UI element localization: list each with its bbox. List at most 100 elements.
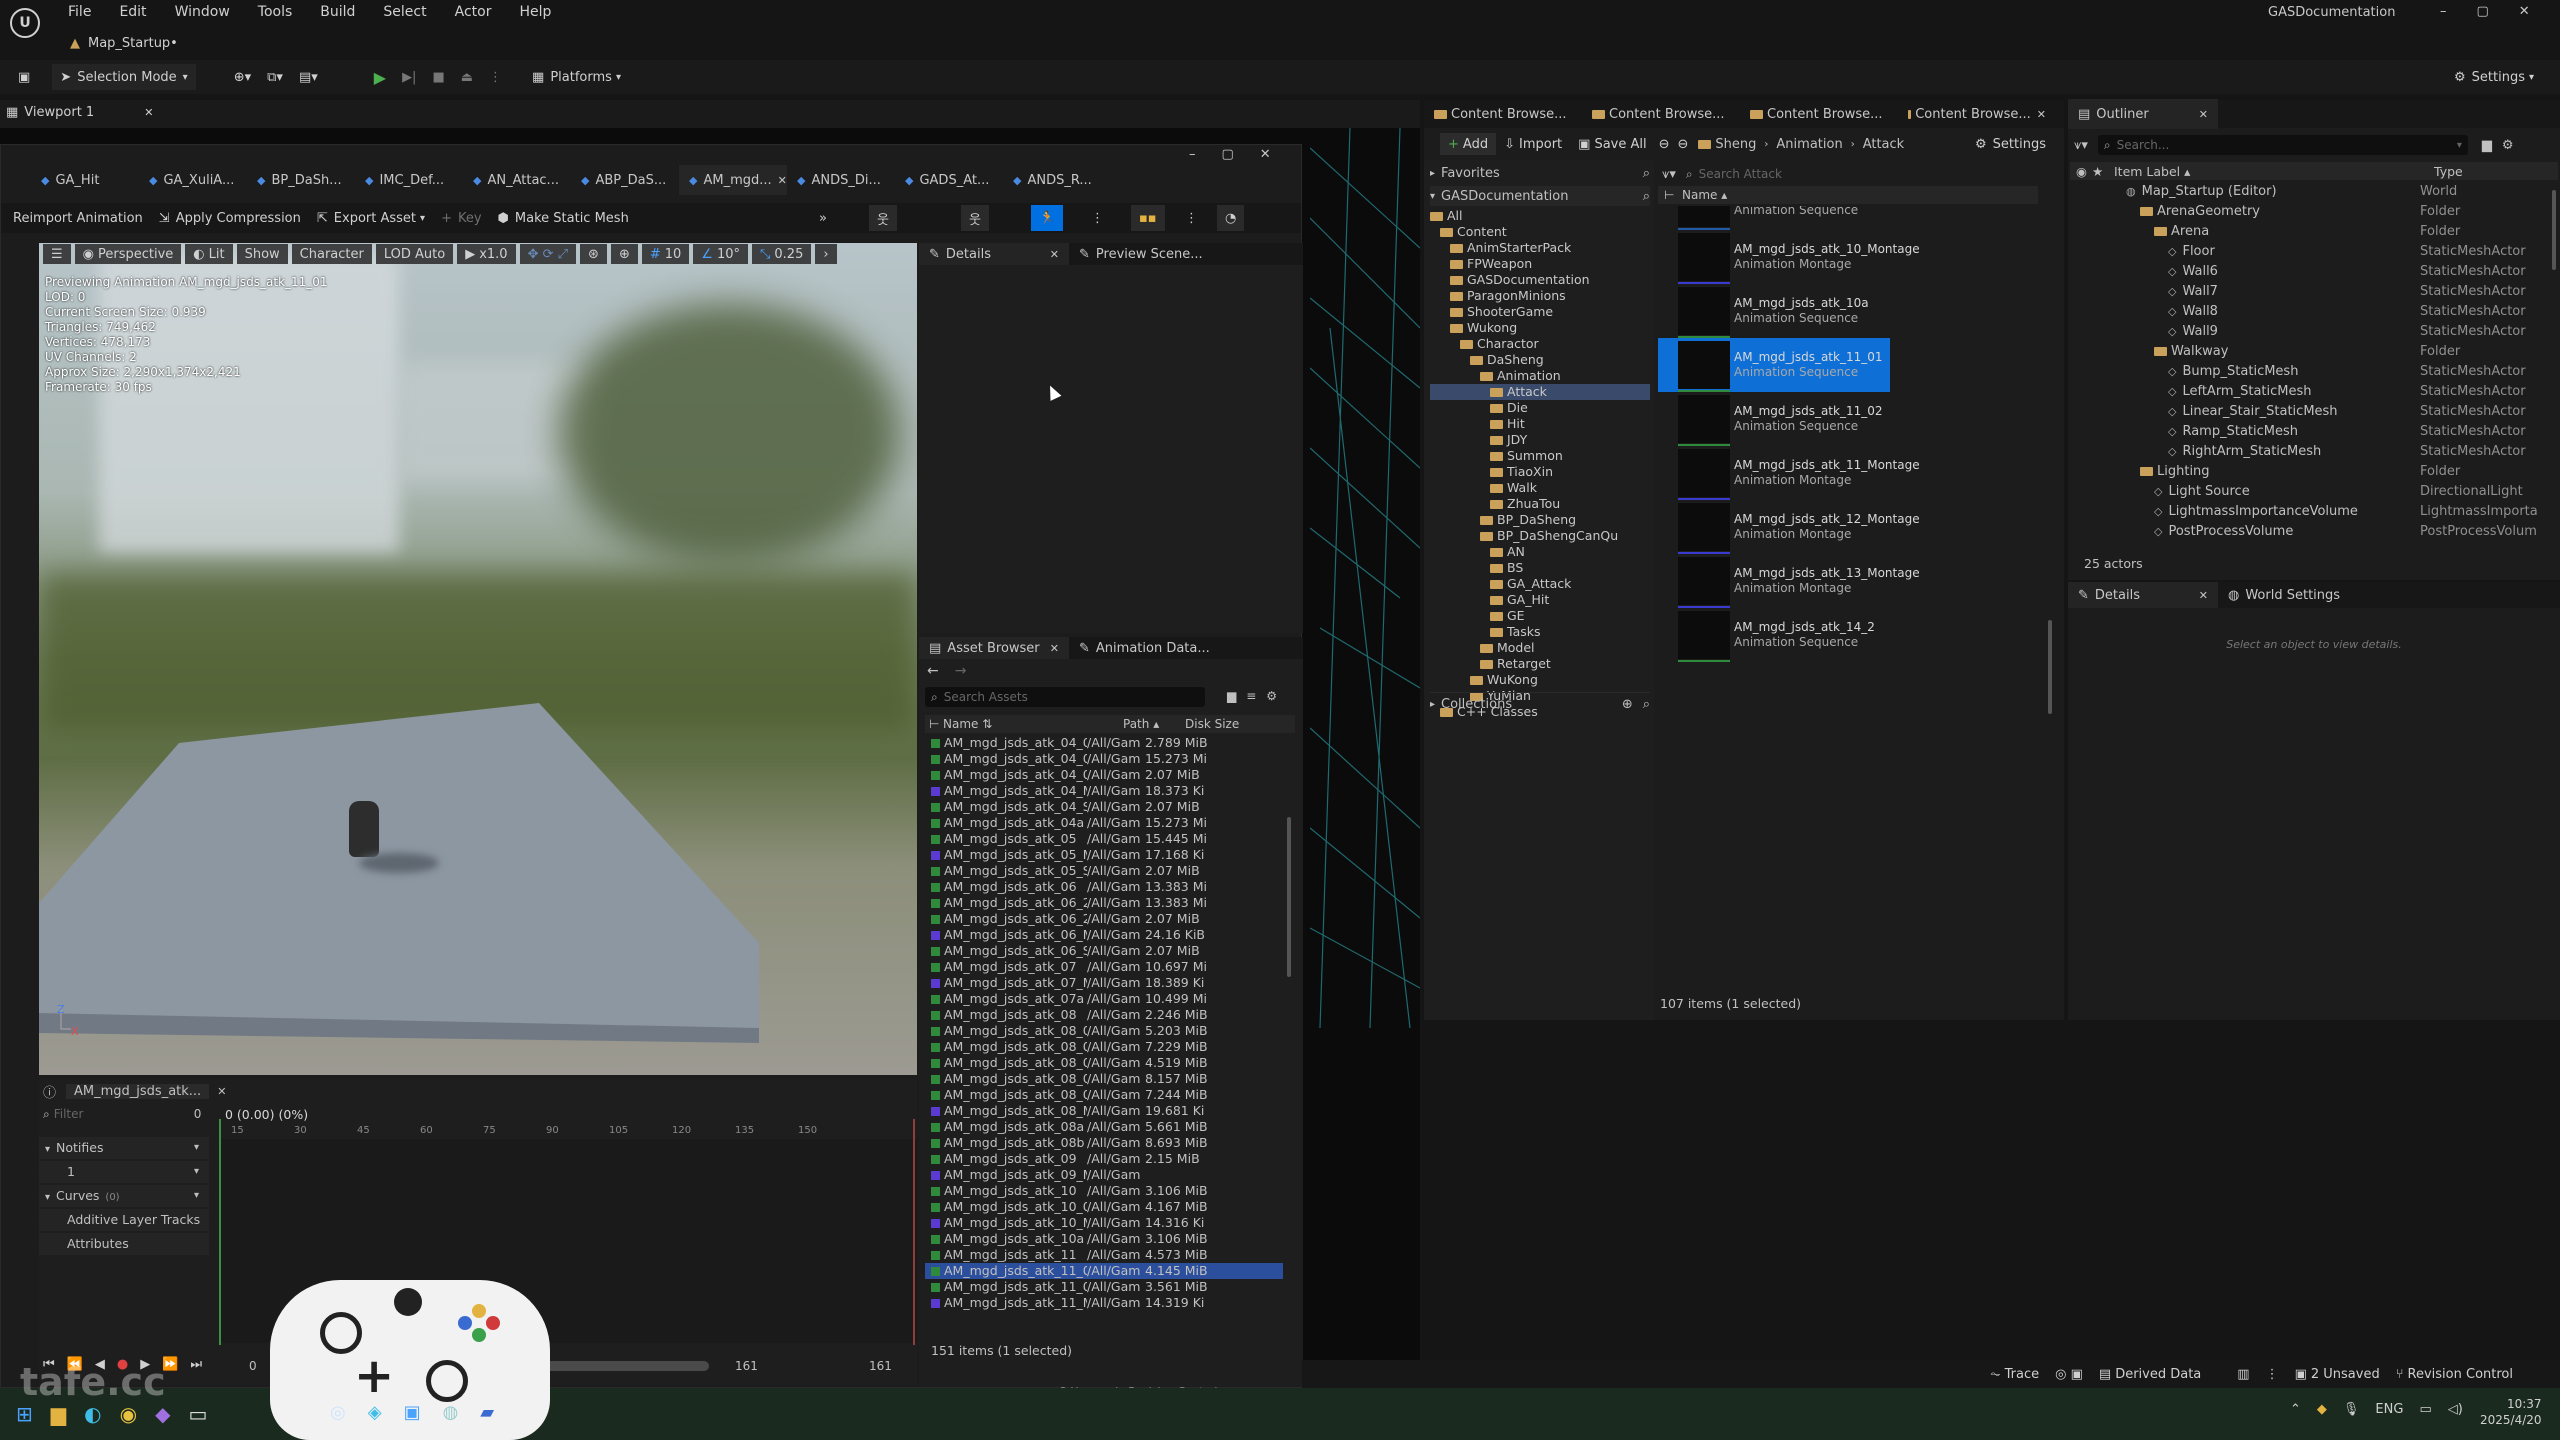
cb-scrollbar[interactable] [2048, 620, 2052, 714]
platforms-button[interactable]: ▦ Platforms ▾ [524, 64, 629, 90]
timeline-track[interactable]: Attributes [39, 1233, 209, 1255]
editor-tab[interactable]: ◆ ANDS_Di... [787, 165, 895, 195]
breadcrumb-item[interactable]: Animation [1776, 137, 1842, 152]
outliner-row[interactable]: ArenaGeometry Folder [2070, 202, 2556, 222]
add-folder-icon[interactable]: ▆ [2482, 138, 2492, 153]
asset-row[interactable]: AM_mgd_jsds_atk_07_Mo/All/Gam 18.389 Ki [925, 975, 1283, 991]
folder-tree-item[interactable]: FPWeapon [1430, 256, 1650, 272]
settings-button[interactable]: ⚙ Settings ▾ [2446, 64, 2542, 90]
breadcrumb-item[interactable]: Sheng [1715, 137, 1756, 152]
folder-tree-item[interactable]: BS [1430, 560, 1650, 576]
editor-tab[interactable]: ◆ GA_Hit [31, 165, 139, 195]
animation-mode-icon[interactable]: 🏃 [1031, 205, 1064, 231]
history-forward-icon[interactable]: ⊖ [1674, 133, 1693, 155]
world-local-icon[interactable]: ⊕ [610, 244, 638, 264]
folder-tree-item[interactable]: BP_DaSheng [1430, 512, 1650, 528]
outliner-row[interactable]: ◇ PostProcessVolume PostProcessVolum [2070, 522, 2556, 542]
skeleton-mode-icon[interactable]: 웃 [869, 205, 897, 231]
terminal-icon[interactable]: ▭ [188, 1402, 207, 1426]
volume-icon[interactable]: ◁) [2448, 1402, 2463, 1417]
asset-row[interactable]: AM_mgd_jsds_atk_06_2_S/All/Gam 2.07 MiB [925, 911, 1283, 927]
asset-row[interactable]: AM_mgd_jsds_atk_06/All/Gam 13.383 Mi [925, 879, 1283, 895]
close-icon[interactable]: ✕ [1050, 642, 1059, 655]
folder-tree-item[interactable]: ZhuaTou [1430, 496, 1650, 512]
asset-row[interactable]: AM_mgd_jsds_atk_08_01_/All/Gam 4.519 MiB [925, 1055, 1283, 1071]
folder-tree-item[interactable]: DaSheng [1430, 352, 1650, 368]
folder-tree-item[interactable]: Walk [1430, 480, 1650, 496]
close-icon[interactable]: ✕ [2037, 108, 2046, 121]
outliner-row[interactable]: ◇ RightArm_StaticMesh StaticMeshActor [2070, 442, 2556, 462]
import-button[interactable]: ⇩ Import [1496, 133, 1570, 155]
folder-tree-item[interactable]: AN [1430, 544, 1650, 560]
outliner-row[interactable]: ◇ Wall9 StaticMeshActor [2070, 322, 2556, 342]
content-browser-tab[interactable]: Content Browse... [1582, 99, 1740, 129]
revision-control-button[interactable]: ⑂ Revision Control [2388, 1361, 2521, 1387]
more-options-icon[interactable]: ⋮ [481, 64, 510, 90]
character-button[interactable]: Character [291, 244, 372, 264]
timeline-scrollbar[interactable] [539, 1361, 709, 1371]
asset-row[interactable]: AM_mgd_jsds_atk_06_Mo/All/Gam 24.16 KiB [925, 927, 1283, 943]
editor-tab[interactable]: ◆ IMC_Def... [355, 165, 463, 195]
minimize-button[interactable]: – [2440, 4, 2447, 19]
lit-button[interactable]: ◐ Lit [185, 244, 233, 264]
close-button[interactable]: ✕ [2519, 4, 2530, 19]
menu-item-build[interactable]: Build [320, 4, 355, 20]
unsaved-button[interactable]: ▣ 2 Unsaved [2287, 1361, 2388, 1387]
history-back-icon[interactable]: ⊖ [1655, 133, 1674, 155]
close-button[interactable]: ✕ [1260, 147, 1271, 162]
gear-icon[interactable]: ⚙ [1266, 689, 1277, 703]
blueprint-mode-icon[interactable]: ▪▪ [1131, 205, 1165, 231]
edge-icon[interactable]: ◐ [84, 1402, 101, 1426]
make-static-mesh-button[interactable]: ⬢ Make Static Mesh [490, 205, 637, 231]
asset-row[interactable]: AM_mgd_jsds_atk_06_SEC/All/Gam 2.07 MiB [925, 943, 1283, 959]
collections-header[interactable]: ▸ Collections ⊕ ⌕ [1430, 692, 1650, 712]
folder-tree-item[interactable]: All [1430, 208, 1650, 224]
outliner-row[interactable]: ◇ Wall6 StaticMeshActor [2070, 262, 2556, 282]
asset-tile[interactable]: AM_mgd_jsds_atk_11_01 Animation Sequence [1658, 338, 1890, 392]
asset-row[interactable]: AM_mgd_jsds_atk_04_Mo/All/Gam 18.373 Ki [925, 783, 1283, 799]
favorites-header[interactable]: ▸ Favorites ⌕ [1430, 166, 1650, 181]
outliner-scrollbar[interactable] [2552, 190, 2556, 270]
asset-tile[interactable]: AM_mgd_jsds_atk_11_02 Animation Sequence [1658, 392, 1890, 446]
close-icon[interactable]: ✕ [2199, 108, 2208, 121]
asset-row[interactable]: AM_mgd_jsds_atk_08_Mo/All/Gam 19.681 Ki [925, 1103, 1283, 1119]
gear-icon[interactable]: ⚙ [2502, 138, 2514, 153]
microphone-icon[interactable]: 🎙 [2343, 1402, 2360, 1417]
shield-icon[interactable]: ◆ [2317, 1402, 2327, 1417]
maximize-button[interactable]: ▢ [1222, 147, 1234, 162]
menu-item-edit[interactable]: Edit [119, 4, 146, 20]
asset-tile[interactable]: Animation Sequence [1658, 206, 1890, 230]
app-icon[interactable]: ◈ [368, 1402, 382, 1423]
clock[interactable]: 10:37 2025/4/20 [2480, 1396, 2542, 1428]
menu-item-select[interactable]: Select [383, 4, 426, 20]
asset-row[interactable]: AM_mgd_jsds_atk_10_01/All/Gam 4.167 MiB [925, 1199, 1283, 1215]
outliner-row[interactable]: ◇ Wall7 StaticMeshActor [2070, 282, 2556, 302]
search-icon[interactable]: ⌕ [1643, 697, 1650, 712]
folder-tree-item[interactable]: Tasks [1430, 624, 1650, 640]
stop-icon[interactable]: ■ [424, 64, 452, 90]
playhead-start[interactable] [219, 1119, 221, 1345]
folder-tree-item[interactable]: GASDocumentation [1430, 272, 1650, 288]
asset-row[interactable]: AM_mgd_jsds_atk_04_01/All/Gam 2.789 MiB [925, 735, 1283, 751]
asset-row[interactable]: AM_mgd_jsds_atk_08a/All/Gam 5.661 MiB [925, 1119, 1283, 1135]
folder-tree-item[interactable]: AnimStarterPack [1430, 240, 1650, 256]
columns-icon[interactable]: ⊢ [925, 717, 943, 731]
reimport-button[interactable]: Reimport Animation [5, 205, 151, 231]
folder-tree-item[interactable]: Content [1430, 224, 1650, 240]
transform-tools[interactable]: ✥ ⟳ ⤢ [519, 244, 577, 264]
selection-mode-button[interactable]: ➤ Selection Mode ▾ [52, 64, 196, 90]
mesh-mode-icon[interactable]: 웃 [961, 205, 989, 231]
content-icon[interactable]: ▥ [2229, 1361, 2257, 1387]
outliner-row[interactable]: Arena Folder [2070, 222, 2556, 242]
step-icon[interactable]: ▶| [394, 64, 424, 90]
app-icon[interactable]: ▣ [404, 1402, 421, 1423]
asset-row[interactable]: AM_mgd_jsds_atk_04_01_/All/Gam 2.07 MiB [925, 767, 1283, 783]
folder-tree-item[interactable]: Model [1430, 640, 1650, 656]
folder-tree-item[interactable]: ShooterGame [1430, 304, 1650, 320]
add-collection-icon[interactable]: ⊕ [1622, 697, 1633, 712]
asset-row[interactable]: AM_mgd_jsds_atk_09/All/Gam 2.15 MiB [925, 1151, 1283, 1167]
more-icon[interactable]: ⋮ [1083, 205, 1112, 231]
maximize-button[interactable]: ▢ [2477, 4, 2489, 19]
export-asset-button[interactable]: ⇱ Export Asset ▾ [309, 205, 433, 231]
editor-tab[interactable]: ◆ BP_DaSh... [247, 165, 355, 195]
